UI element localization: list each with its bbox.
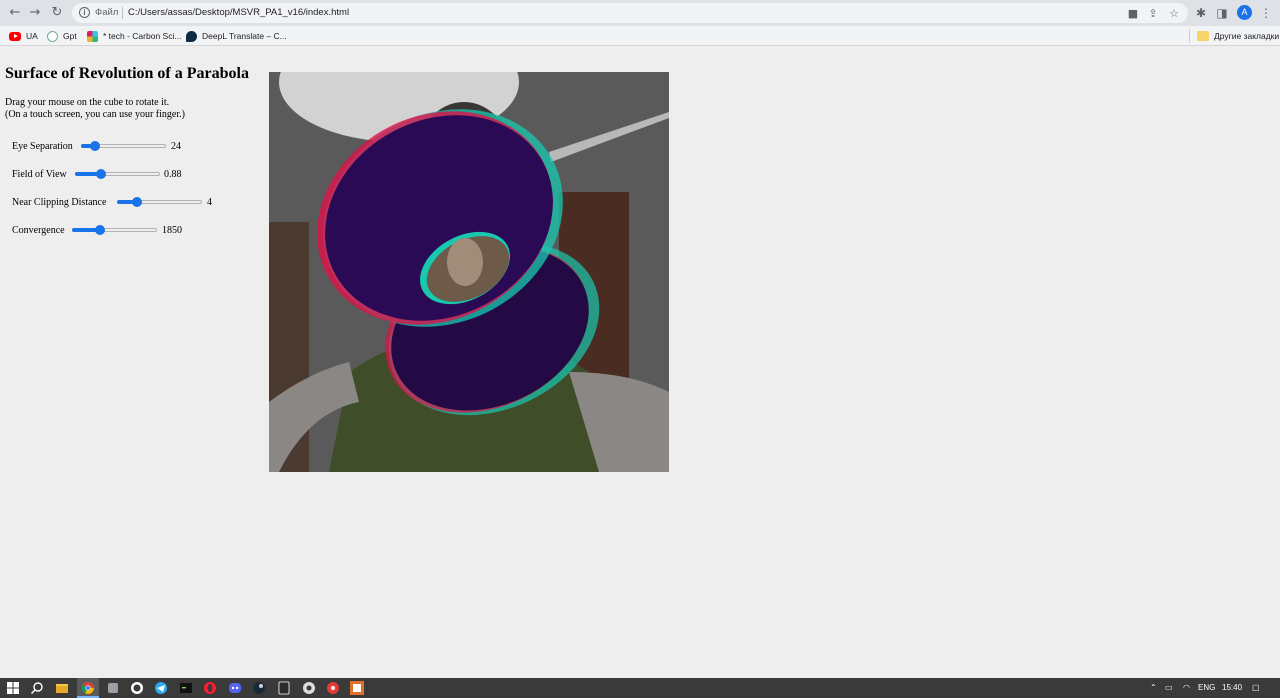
ij-app-icon[interactable] — [350, 681, 364, 695]
slack-icon — [87, 30, 98, 42]
eye-separation-slider[interactable] — [81, 140, 166, 152]
opera-icon[interactable] — [203, 681, 217, 695]
near-clipping-value: 4 — [207, 197, 212, 208]
openai-icon — [47, 30, 58, 42]
bookmark-label: DeepL Translate – C... — [202, 31, 287, 41]
face-through-hole — [447, 238, 483, 286]
instruction-line: Drag your mouse on the cube to rotate it… — [5, 97, 170, 108]
near-clipping-label: Near Clipping Distance — [12, 197, 107, 208]
url-text[interactable]: C:/Users/assas/Desktop/MSVR_PA1_v16/inde… — [128, 7, 349, 18]
language-indicator[interactable]: ENG — [1198, 682, 1215, 694]
site-info-icon[interactable]: i — [79, 7, 90, 18]
page-title: Surface of Revolution of a Parabola — [5, 65, 249, 82]
discord-icon[interactable] — [228, 681, 242, 695]
notifications-icon[interactable]: ▢ — [1252, 682, 1260, 694]
bookmark-ua[interactable]: UA — [9, 29, 38, 43]
field-of-view-label: Field of View — [12, 169, 67, 180]
bookmark-star-icon[interactable]: ☆ — [1167, 8, 1181, 20]
back-arrow-icon[interactable]: ← — [6, 4, 24, 22]
address-bar[interactable]: i Файл C:/Users/assas/Desktop/MSVR_PA1_v… — [72, 3, 1188, 23]
browser-toolbar: ← → ↻ i Файл C:/Users/assas/Desktop/MSVR… — [0, 0, 1280, 26]
chrome-icon[interactable] — [81, 681, 95, 695]
bookmarks-bar: UA Gpt * tech - Carbon Sci... DeepL Tran… — [0, 26, 1280, 46]
bookmarks-divider — [1189, 29, 1190, 43]
file-explorer-icon[interactable] — [55, 681, 69, 695]
wifi-icon[interactable]: ◠ — [1183, 682, 1190, 694]
scheme-label: Файл — [95, 7, 119, 18]
github-icon[interactable] — [130, 681, 144, 695]
other-bookmarks-label: Другие закладки — [1214, 31, 1280, 41]
field-of-view-value: 0.88 — [164, 169, 182, 180]
side-panel-icon[interactable]: ◨ — [1214, 5, 1230, 21]
convergence-value: 1850 — [162, 225, 182, 236]
bookmark-label: UA — [26, 31, 38, 41]
other-bookmarks-folder[interactable]: Другие закладки — [1197, 29, 1279, 43]
bookmark-gpt[interactable]: Gpt — [47, 29, 77, 43]
eye-separation-label: Eye Separation — [12, 141, 73, 152]
os-taskbar: ⌃ ▭ ◠ ENG 15:40 ▢ — [0, 678, 1280, 698]
eye-separation-value: 24 — [171, 141, 181, 152]
slider-thumb[interactable] — [95, 225, 105, 235]
profile-avatar[interactable]: A — [1237, 5, 1252, 20]
slider-thumb[interactable] — [132, 197, 142, 207]
app-icon[interactable] — [106, 681, 120, 695]
convergence-label: Convergence — [12, 225, 65, 236]
near-clipping-slider[interactable] — [117, 196, 202, 208]
forward-arrow-icon[interactable]: → — [26, 4, 44, 22]
instruction-line: (On a touch screen, you can use your fin… — [5, 109, 185, 120]
tray-chevron-icon[interactable]: ⌃ — [1150, 682, 1157, 694]
terminal-icon[interactable] — [179, 681, 193, 695]
folder-icon — [1197, 31, 1209, 41]
youtube-icon — [9, 31, 21, 41]
search-icon[interactable] — [30, 681, 44, 695]
share-icon[interactable]: ⇪ — [1146, 8, 1160, 20]
clock[interactable]: 15:40 — [1222, 682, 1242, 694]
slider-thumb[interactable] — [90, 141, 100, 151]
bookmark-tech-carbon[interactable]: * tech - Carbon Sci... — [87, 29, 181, 43]
steam-icon[interactable] — [252, 681, 266, 695]
address-separator — [122, 7, 123, 19]
slider-thumb[interactable] — [96, 169, 106, 179]
field-of-view-slider[interactable] — [75, 168, 160, 180]
convergence-slider[interactable] — [72, 224, 157, 236]
bookmark-label: Gpt — [63, 31, 77, 41]
telegram-icon[interactable] — [154, 681, 168, 695]
extensions-icon[interactable]: ✱ — [1193, 5, 1209, 21]
menu-kebab-icon[interactable]: ⋮ — [1260, 5, 1272, 21]
windows-start-icon[interactable] — [6, 681, 20, 695]
deepl-icon — [186, 30, 197, 42]
obs-icon[interactable] — [302, 681, 316, 695]
bookmark-label: * tech - Carbon Sci... — [103, 31, 182, 41]
bookmark-deepl[interactable]: DeepL Translate – C... — [186, 29, 287, 43]
reload-icon[interactable]: ↻ — [48, 4, 66, 22]
camera-in-use-icon[interactable]: ■ — [1126, 8, 1140, 20]
battery-icon[interactable]: ▭ — [1165, 682, 1173, 694]
recorder-icon[interactable] — [326, 681, 340, 695]
anaglyph-scene — [269, 72, 669, 472]
epic-games-icon[interactable] — [277, 681, 291, 695]
webgl-canvas[interactable] — [269, 72, 669, 472]
